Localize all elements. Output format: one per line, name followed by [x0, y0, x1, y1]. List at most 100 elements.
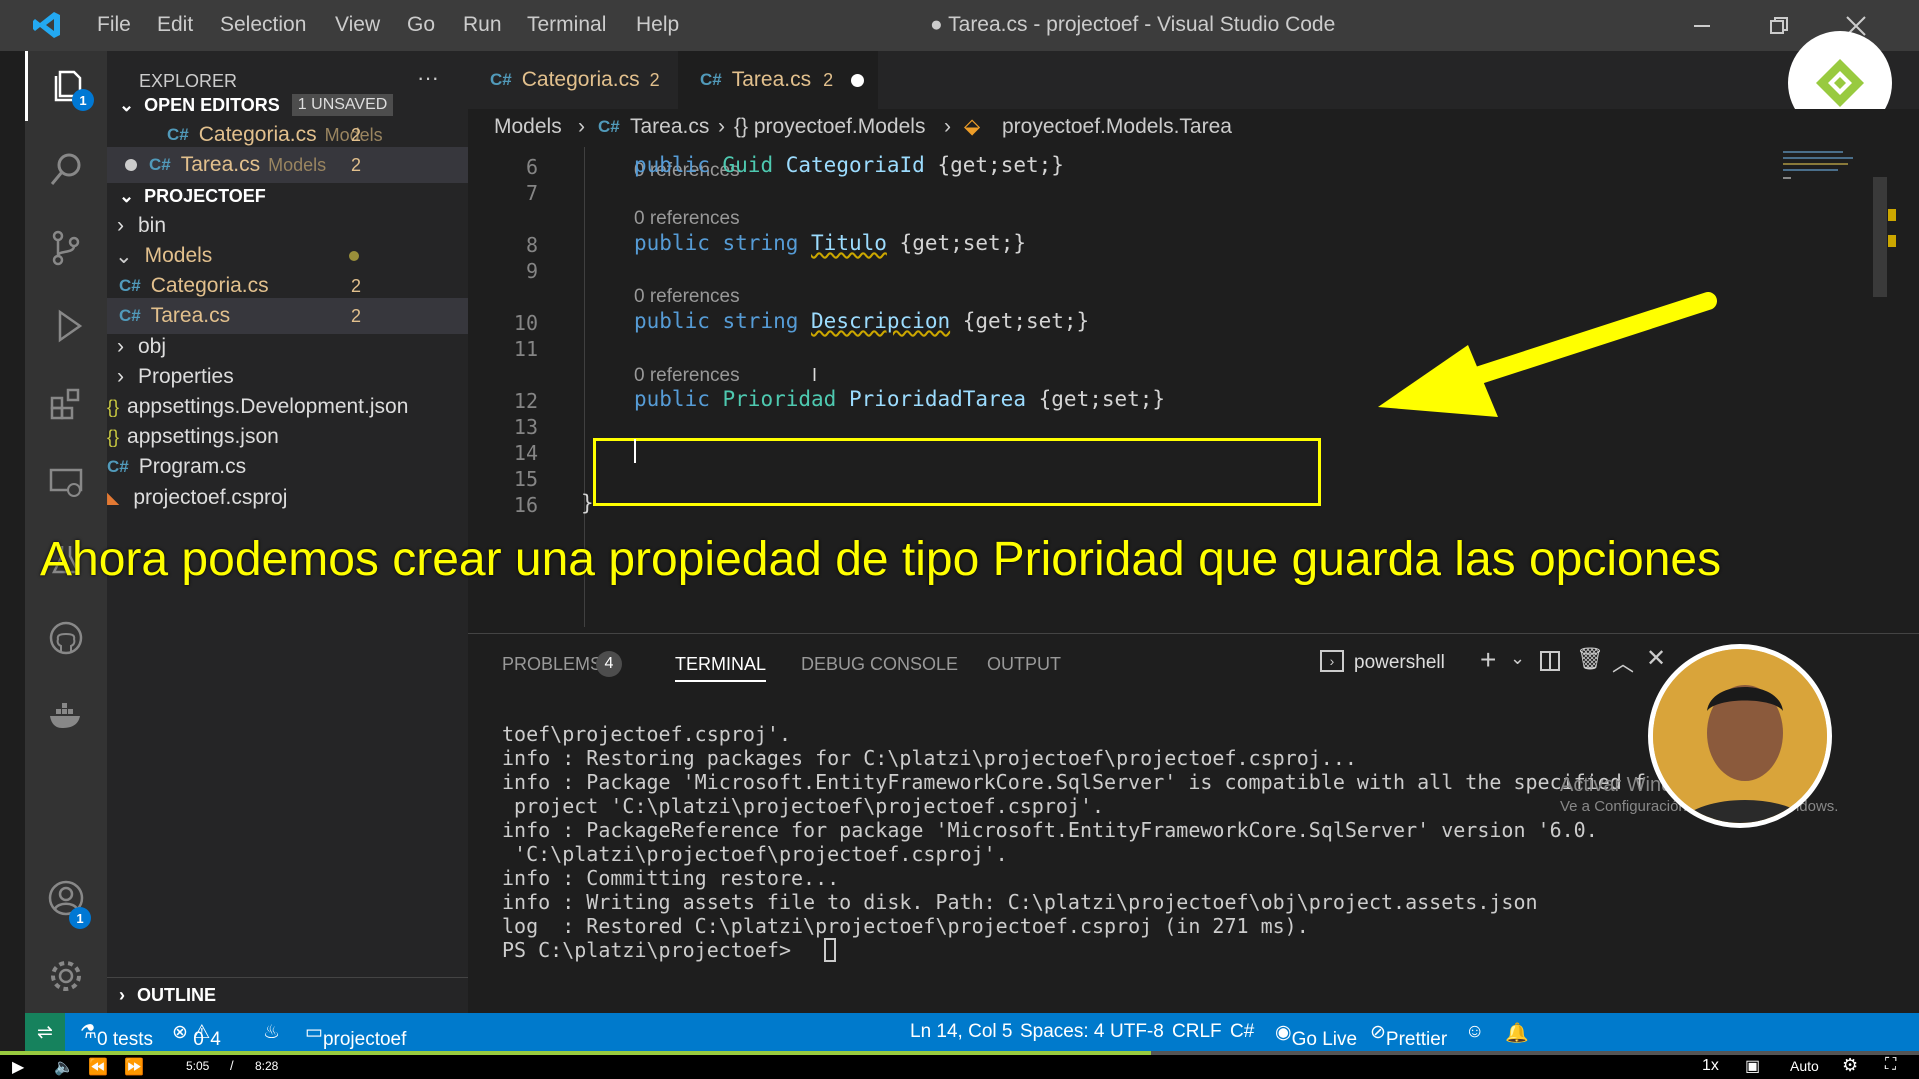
problem-count: 2 [351, 305, 362, 326]
breadcrumb-models[interactable]: Models [494, 115, 562, 139]
line-ending[interactable]: CRLF [1172, 1021, 1222, 1043]
video-caption: Ahora podemos crear una propiedad de tip… [40, 533, 1722, 586]
restore-button[interactable] [1749, 0, 1809, 51]
pip-icon[interactable]: ▣ [1745, 1056, 1760, 1076]
explorer-icon[interactable]: 1 [25, 51, 107, 121]
menu-go[interactable]: Go [407, 13, 435, 37]
menu-edit[interactable]: Edit [157, 13, 193, 37]
yellow-arrow-icon [1378, 292, 1717, 417]
speed-button[interactable]: 1x [1702, 1057, 1719, 1075]
quality-button[interactable]: Auto [1790, 1058, 1819, 1074]
terminal-prompt[interactable]: PS C:\platzi\projectoef> [502, 938, 803, 962]
docker-icon[interactable] [25, 681, 107, 751]
terminal-line: info : PackageReference for package 'Mic… [502, 818, 1598, 842]
menu-selection[interactable]: Selection [220, 13, 306, 37]
remote-icon[interactable]: ⇌ [25, 1013, 65, 1051]
codelens-references[interactable]: 0 references [634, 208, 740, 230]
chevron-down-icon: ⌄ [119, 185, 135, 206]
extensions-icon[interactable] [25, 369, 107, 439]
tests-status[interactable]: ⚗ 0 tests [80, 1021, 153, 1050]
notifications-bell-icon[interactable]: 🔔 [1505, 1021, 1529, 1045]
trash-icon[interactable]: 🗑 [1576, 646, 1604, 672]
chevron-right-icon: › [944, 115, 951, 138]
fullscreen-icon[interactable]: ⛶ [1885, 1056, 1896, 1074]
split-terminal-icon[interactable] [1540, 651, 1560, 671]
volume-icon[interactable]: 🔈 [54, 1057, 74, 1077]
warning-marker [1888, 235, 1896, 247]
terminal-cursor [824, 938, 836, 962]
problem-count: 2 [351, 124, 362, 145]
json-file-icon: {} [107, 396, 120, 417]
accounts-icon[interactable]: 1 [25, 863, 107, 933]
unsaved-badge: 1 UNSAVED [291, 94, 394, 116]
line-number: 7 [525, 181, 538, 205]
codelens-references[interactable]: 0 references [634, 286, 740, 308]
chevron-right-icon: › [578, 115, 585, 138]
settings-gear-icon[interactable] [25, 941, 107, 1011]
tab-debug-console[interactable]: DEBUG CONSOLE [801, 654, 958, 675]
problems-badge: 4 [596, 651, 622, 677]
status-bar: ⇌ ⚗ 0 tests ⊗ 0 ⚠ 4 ♨ ▭ projectoef Ln 14… [25, 1013, 1919, 1051]
breadcrumb-namespace[interactable]: {} proyectoef.Models [734, 115, 925, 139]
scrollbar[interactable] [1873, 177, 1887, 297]
search-icon[interactable] [25, 135, 107, 205]
outline-header[interactable]: › OUTLINE [107, 977, 468, 1013]
terminal-line: 'C:\platzi\projectoef\projectoef.csproj'… [502, 842, 1008, 866]
run-debug-icon[interactable] [25, 291, 107, 361]
codelens-references[interactable]: 0 references [634, 365, 740, 387]
new-terminal-plus-icon[interactable]: + [1480, 644, 1496, 676]
line-number: 16 [513, 493, 538, 517]
chevron-right-icon: › [718, 115, 725, 138]
close-panel-icon[interactable]: ✕ [1646, 644, 1666, 673]
tab-output[interactable]: OUTPUT [987, 654, 1061, 675]
unsaved-dot-icon[interactable] [851, 73, 865, 87]
github-icon[interactable] [25, 603, 107, 673]
terminal-line: info : Committing restore... [502, 866, 840, 890]
language-mode[interactable]: C# [1230, 1021, 1254, 1043]
breadcrumb-file[interactable]: Tarea.cs [630, 115, 709, 139]
menu-view[interactable]: View [335, 13, 380, 37]
flame-icon[interactable]: ♨ [263, 1021, 280, 1044]
chevron-down-icon[interactable]: ⌄ [1510, 648, 1525, 669]
prettier-status[interactable]: ⊘ Prettier [1370, 1021, 1447, 1050]
terminal-line: toef\projectoef.csproj'. [502, 722, 791, 746]
minimize-button[interactable] [1672, 0, 1732, 51]
rewind-icon[interactable]: ⏪ [88, 1057, 108, 1077]
tab-categoria[interactable]: C# Categoria.cs 2 [468, 51, 678, 109]
total-time: 8:28 [255, 1059, 279, 1073]
progress-bar[interactable] [0, 1051, 1919, 1055]
forward-icon[interactable]: ⏩ [124, 1057, 144, 1077]
folder-status[interactable]: ▭ projectoef [305, 1021, 406, 1050]
tab-terminal[interactable]: TERMINAL [675, 654, 767, 682]
csharp-file-icon: C# [700, 70, 722, 89]
terminal-line: info : Restoring packages for C:\platzi\… [502, 746, 1357, 770]
shell-selector[interactable]: powershell [1354, 652, 1445, 674]
indentation[interactable]: Spaces: 4 [1020, 1021, 1105, 1043]
breadcrumb-class[interactable]: proyectoef.Models.Tarea [1002, 115, 1232, 139]
feedback-icon[interactable]: ☺ [1465, 1021, 1484, 1043]
cursor-position[interactable]: Ln 14, Col 5 [910, 1021, 1012, 1043]
menu-run[interactable]: Run [463, 13, 502, 37]
menu-help[interactable]: Help [636, 13, 679, 37]
maximize-panel-icon[interactable]: ︿ [1612, 646, 1634, 678]
menu-terminal[interactable]: Terminal [527, 13, 606, 37]
csharp-file-icon: C# [107, 457, 129, 476]
play-icon[interactable]: ▶ [12, 1057, 24, 1077]
go-live-button[interactable]: ◉ Go Live [1275, 1021, 1357, 1050]
menu-file[interactable]: File [97, 13, 131, 37]
csharp-file-icon: C# [149, 155, 171, 174]
tab-problems[interactable]: PROBLEMS [502, 654, 602, 675]
tab-tarea[interactable]: C# Tarea.cs 2 [678, 51, 878, 109]
title-bar: File Edit Selection View Go Run Terminal… [0, 0, 1919, 51]
explorer-badge: 1 [72, 89, 94, 111]
highlight-box [593, 438, 1321, 506]
video-player-controls: ▶ 🔈 ⏪ ⏩ 5:05 / 8:28 1x ▣ Auto ⚙ ⛶ [0, 1051, 1919, 1079]
settings-gear-icon[interactable]: ⚙ [1842, 1055, 1858, 1076]
source-control-icon[interactable] [25, 213, 107, 283]
file-name: projectoef.csproj [133, 486, 288, 509]
problems-status[interactable]: ⊗ 0 ⚠ 4 [172, 1021, 221, 1050]
line-number: 10 [513, 311, 538, 335]
encoding[interactable]: UTF-8 [1110, 1021, 1164, 1043]
remote-explorer-icon[interactable] [25, 447, 107, 517]
file-item[interactable]: ◣ projectoef.csproj [107, 480, 468, 516]
